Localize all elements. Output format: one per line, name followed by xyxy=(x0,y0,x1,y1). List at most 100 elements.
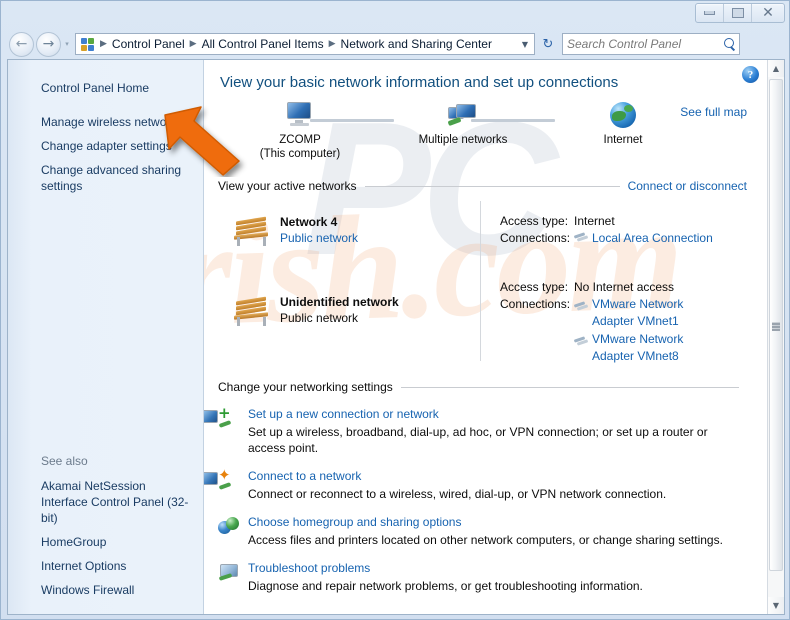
network-name: Network 4 xyxy=(280,215,338,229)
public-network-bench-icon xyxy=(232,215,272,247)
setting-title[interactable]: Connect to a network xyxy=(248,468,747,484)
connect-or-disconnect-link[interactable]: Connect or disconnect xyxy=(628,179,747,193)
search-box[interactable] xyxy=(562,33,740,55)
breadcrumb-item-current[interactable]: Network and Sharing Center xyxy=(339,37,494,51)
network-type-link[interactable]: Public network xyxy=(280,230,358,246)
network-details-1: Access type: Internet Connections: Local… xyxy=(500,213,713,247)
setting-description: Access files and printers located on oth… xyxy=(248,533,723,547)
sidebar-item-internet-options[interactable]: Internet Options xyxy=(8,554,203,578)
multiple-networks-icon xyxy=(403,97,523,133)
setting-description: Diagnose and repair network problems, or… xyxy=(248,579,643,593)
breadcrumb-item-all-items[interactable]: All Control Panel Items xyxy=(200,37,326,51)
map-node-name: Multiple networks xyxy=(418,134,508,146)
breadcrumb-separator: ▶ xyxy=(100,39,107,49)
content-frame: Control Panel Home Manage wireless netwo… xyxy=(7,59,785,615)
setting-description: Connect or reconnect to a wireless, wire… xyxy=(248,487,667,501)
change-settings-label: Change your networking settings xyxy=(218,380,393,394)
forward-button[interactable]: → xyxy=(36,31,61,57)
sidebar-item-manage-wireless-networks[interactable]: Manage wireless networks xyxy=(8,110,203,134)
sidebar-item-change-advanced-sharing[interactable]: Change advanced sharing settings xyxy=(8,158,203,198)
control-panel-window: ✕ ← → ▾ ▶ Control Panel ▶ All Control Pa… xyxy=(0,0,790,620)
network-plug-icon xyxy=(573,334,589,347)
help-button[interactable]: ? xyxy=(742,66,759,83)
close-button[interactable]: ✕ xyxy=(752,4,784,22)
search-icon xyxy=(724,38,736,50)
divider xyxy=(364,185,620,187)
recent-pages-dropdown[interactable]: ▾ xyxy=(62,40,72,48)
see-also-section: See also Akamai NetSession Interface Con… xyxy=(8,454,203,602)
map-node-multiple-networks[interactable]: Multiple networks xyxy=(403,97,523,147)
active-networks-label: View your active networks xyxy=(218,179,357,193)
network-details-2: Access type: No Internet access Connecti… xyxy=(500,279,720,365)
back-button[interactable]: ← xyxy=(9,31,34,57)
sidebar-item-change-adapter-settings[interactable]: Change adapter settings xyxy=(8,134,203,158)
chevron-down-icon: ▼ xyxy=(772,601,780,610)
active-networks-heading: View your active networks Connect or dis… xyxy=(218,179,747,193)
title-bar: ✕ xyxy=(1,1,790,27)
main-pane: PC rish.com ? View your basic network in… xyxy=(204,60,767,614)
sidebar-item-control-panel-home[interactable]: Control Panel Home xyxy=(8,76,203,110)
search-input[interactable] xyxy=(567,37,724,51)
window-controls: ✕ xyxy=(695,3,785,23)
scrollbar-track[interactable]: ▬ ▬ ▬ xyxy=(768,77,784,597)
setting-title[interactable]: Choose homegroup and sharing options xyxy=(248,514,747,530)
network-map: ZCOMP (This computer) Multiple networks xyxy=(218,97,747,175)
computer-monitor-icon xyxy=(240,97,360,133)
change-settings-list: + Set up a new connection or network Set… xyxy=(204,406,747,594)
setting-item-new-connection[interactable]: + Set up a new connection or network Set… xyxy=(204,406,747,456)
active-networks-list: Network 4 Public network Access type: In… xyxy=(218,201,747,376)
map-node-name: ZCOMP xyxy=(279,134,321,146)
minimize-button[interactable] xyxy=(696,4,724,22)
access-type-value: Internet xyxy=(574,214,615,228)
public-network-bench-icon xyxy=(232,295,272,327)
map-node-internet[interactable]: Internet xyxy=(563,97,683,147)
refresh-button[interactable]: ↻ xyxy=(537,33,559,55)
vertical-scrollbar[interactable]: ▲ ▬ ▬ ▬ ▼ xyxy=(767,60,784,614)
breadcrumb-dropdown-icon[interactable]: ▼ xyxy=(522,40,530,49)
new-connection-icon: + xyxy=(204,406,248,456)
breadcrumb-bar[interactable]: ▶ Control Panel ▶ All Control Panel Item… xyxy=(75,33,535,55)
scroll-down-button[interactable]: ▼ xyxy=(768,597,784,614)
network-plug-icon xyxy=(573,230,589,243)
breadcrumb-item-control-panel[interactable]: Control Panel xyxy=(110,37,187,51)
minimize-icon xyxy=(704,11,715,15)
network-type: Public network xyxy=(280,311,359,325)
maximize-button[interactable] xyxy=(724,4,752,22)
network-entry-1: Network 4 Public network xyxy=(232,215,358,247)
scroll-up-button[interactable]: ▲ xyxy=(768,60,784,77)
setting-item-homegroup[interactable]: Choose homegroup and sharing options Acc… xyxy=(218,514,747,548)
setting-description: Set up a wireless, broadband, dial-up, a… xyxy=(248,425,708,455)
scrollbar-grip-icon: ▬ ▬ ▬ xyxy=(772,317,780,333)
scrollbar-thumb[interactable]: ▬ ▬ ▬ xyxy=(769,79,783,571)
map-node-name: Internet xyxy=(603,134,643,146)
change-settings-heading: Change your networking settings xyxy=(218,380,747,394)
setting-item-troubleshoot[interactable]: Troubleshoot problems Diagnose and repai… xyxy=(218,560,747,594)
refresh-icon: ↻ xyxy=(542,36,554,52)
sidebar-item-homegroup[interactable]: HomeGroup xyxy=(8,530,203,554)
connection-link-vmnet1[interactable]: VMware Network Adapter VMnet1 xyxy=(592,296,720,330)
sidebar: Control Panel Home Manage wireless netwo… xyxy=(8,60,204,614)
map-node-sub: (This computer) xyxy=(259,148,341,160)
connection-link-local-area[interactable]: Local Area Connection xyxy=(592,230,713,247)
access-type-label: Access type: xyxy=(500,280,569,294)
connections-label: Connections: xyxy=(500,297,571,311)
address-bar: ← → ▾ ▶ Control Panel ▶ All Control Pane… xyxy=(1,29,790,59)
setting-title[interactable]: Set up a new connection or network xyxy=(248,406,747,422)
network-entry-2: Unidentified network Public network xyxy=(232,295,399,327)
sidebar-item-akamai-netsession[interactable]: Akamai NetSession Interface Control Pane… xyxy=(8,474,203,530)
close-icon: ✕ xyxy=(762,5,774,21)
control-panel-icon xyxy=(80,37,95,52)
map-node-this-computer[interactable]: ZCOMP (This computer) xyxy=(240,97,360,161)
setting-title[interactable]: Troubleshoot problems xyxy=(248,560,747,576)
connections-label: Connections: xyxy=(500,231,571,245)
help-icon: ? xyxy=(747,68,754,81)
homegroup-icon xyxy=(218,514,248,548)
access-type-value: No Internet access xyxy=(574,280,675,294)
setting-item-connect-network[interactable]: ✦ Connect to a network Connect or reconn… xyxy=(204,468,747,502)
sidebar-item-windows-firewall[interactable]: Windows Firewall xyxy=(8,578,203,602)
connection-link-vmnet8[interactable]: VMware Network Adapter VMnet8 xyxy=(592,331,720,365)
maximize-icon xyxy=(731,8,744,18)
see-full-map-link[interactable]: See full map xyxy=(680,105,747,119)
forward-icon: → xyxy=(42,36,55,52)
page-title: View your basic network information and … xyxy=(220,74,619,91)
